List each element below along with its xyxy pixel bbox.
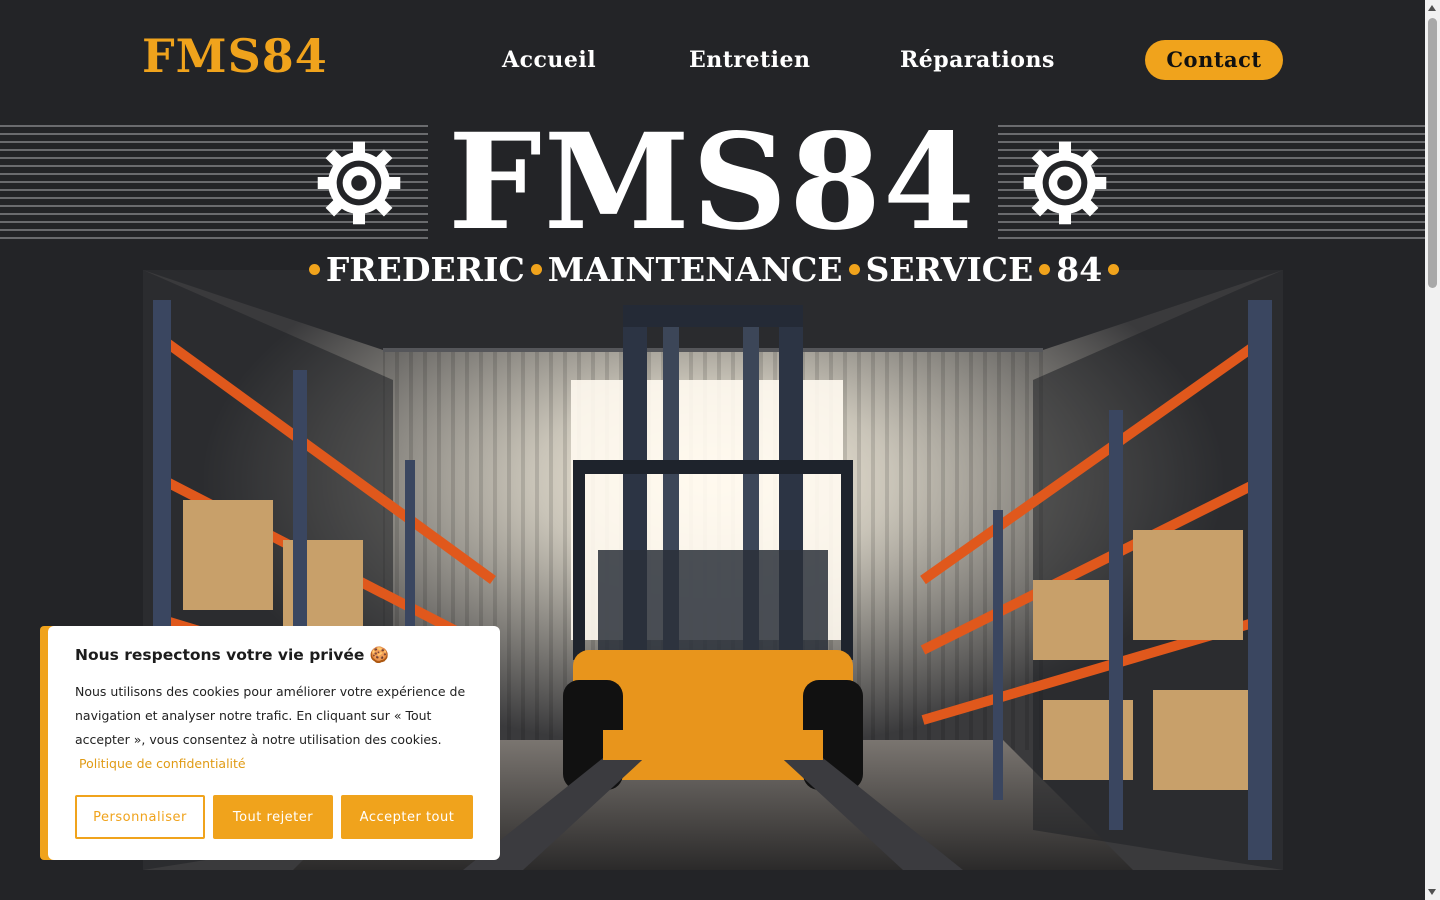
dot-icon bbox=[308, 263, 320, 275]
subtitle-word: MAINTENANCE bbox=[547, 249, 843, 289]
cookie-banner: Nous respectons votre vie privée 🍪 Nous … bbox=[48, 626, 500, 860]
dot-icon bbox=[530, 263, 542, 275]
nav-entretien[interactable]: Entretien bbox=[689, 40, 811, 80]
hero-subtitle: FREDERIC MAINTENANCE SERVICE 84 bbox=[308, 248, 1120, 290]
nav-reparations[interactable]: Réparations bbox=[900, 40, 1055, 80]
subtitle-word: FREDERIC bbox=[325, 249, 525, 289]
cookie-buttons: Personnaliser Tout rejeter Accepter tout bbox=[75, 795, 473, 839]
cookie-text: Nous utilisons des cookies pour améliore… bbox=[75, 680, 473, 776]
cookie-description: Nous utilisons des cookies pour améliore… bbox=[75, 684, 466, 747]
nav-accueil[interactable]: Accueil bbox=[502, 40, 596, 80]
dot-icon bbox=[1108, 263, 1120, 275]
hero-title: FMS84 bbox=[448, 105, 977, 260]
scroll-up-arrow-icon[interactable] bbox=[1428, 5, 1436, 11]
contact-button[interactable]: Contact bbox=[1145, 40, 1283, 80]
dot-icon bbox=[848, 263, 860, 275]
subtitle-word: 84 bbox=[1056, 249, 1103, 289]
accept-all-button[interactable]: Accepter tout bbox=[341, 795, 473, 839]
cookie-title: Nous respectons votre vie privée 🍪 bbox=[75, 646, 390, 664]
gear-icon bbox=[317, 141, 401, 225]
customize-button[interactable]: Personnaliser bbox=[75, 795, 205, 839]
reject-all-button[interactable]: Tout rejeter bbox=[213, 795, 333, 839]
gear-icon bbox=[1023, 141, 1107, 225]
privacy-policy-link[interactable]: Politique de confidentialité bbox=[79, 756, 246, 771]
subtitle-word: SERVICE bbox=[865, 249, 1034, 289]
scroll-thumb[interactable] bbox=[1428, 18, 1437, 288]
dot-icon bbox=[1039, 263, 1051, 275]
page-scrollbar[interactable] bbox=[1425, 0, 1440, 900]
site-logo[interactable]: FMS84 bbox=[142, 30, 328, 82]
scroll-down-arrow-icon[interactable] bbox=[1428, 889, 1436, 895]
